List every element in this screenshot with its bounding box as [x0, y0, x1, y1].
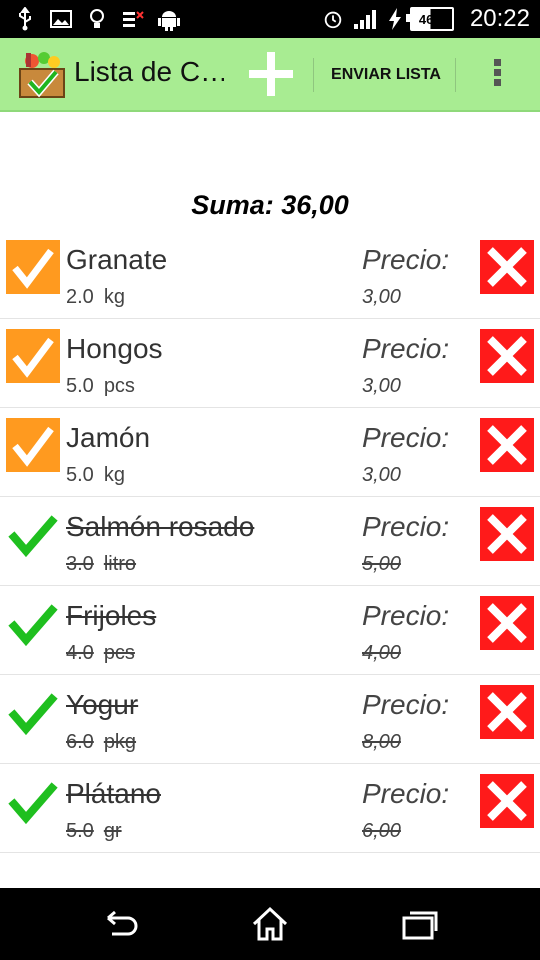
item-price: 6,00: [362, 820, 401, 842]
shopping-list: Granate 2.0 kg Precio: 3,00 Hongos 5.0 pcs Preci…: [0, 230, 540, 853]
status-left-icons: [14, 6, 180, 32]
list-item[interactable]: Salmón rosado 3.0 litro Precio: 5,00: [0, 497, 540, 586]
checkbox-icon[interactable]: [6, 329, 60, 383]
item-price: 4,00: [362, 642, 401, 664]
item-quantity: 4.0 pcs: [66, 642, 135, 665]
item-name: Jamón: [66, 422, 151, 453]
item-qty-value: 5.0: [66, 375, 94, 397]
price-label: Precio:: [362, 333, 450, 364]
battery-icon: 46%: [405, 7, 454, 31]
item-quantity: 5.0 kg: [66, 464, 125, 487]
delete-item-button[interactable]: [480, 418, 534, 472]
signal-off-icon: [122, 8, 144, 30]
close-icon: [487, 336, 527, 376]
lightbulb-icon: [86, 8, 108, 30]
price-label: Precio:: [362, 422, 450, 453]
close-icon: [487, 247, 527, 287]
item-unit: pcs: [103, 642, 135, 664]
item-name: Salmón rosado: [66, 511, 255, 542]
app-title: Lista de C…: [74, 56, 224, 87]
status-right-icons: 46% 20:22: [322, 4, 530, 34]
add-item-button[interactable]: [244, 49, 298, 99]
item-unit: gr: [103, 820, 122, 842]
status-bar: 46% 20:22: [0, 0, 540, 38]
item-quantity: 5.0 pcs: [66, 375, 135, 398]
item-name: Yogur: [66, 689, 139, 720]
list-item[interactable]: Frijoles 4.0 pcs Precio: 4,00: [0, 586, 540, 675]
total-sum: Suma: 36,00: [191, 190, 349, 220]
overflow-menu-icon[interactable]: [484, 56, 510, 94]
item-quantity: 6.0 pkg: [66, 731, 136, 754]
list-item[interactable]: Yogur 6.0 pkg Precio: 8,00: [0, 675, 540, 764]
list-item[interactable]: Plátano 5.0 gr Precio: 6,00: [0, 764, 540, 853]
status-time: 20:22: [469, 5, 530, 32]
item-unit: kg: [103, 464, 125, 486]
price-label: Precio:: [362, 689, 450, 720]
done-check-icon[interactable]: [6, 685, 60, 739]
plus-icon: [249, 52, 293, 96]
item-qty-value: 3.0: [66, 553, 94, 575]
item-name: Plátano: [66, 778, 161, 809]
item-price: 3,00: [362, 375, 401, 397]
back-icon[interactable]: [100, 904, 140, 944]
image-icon: [50, 8, 72, 30]
item-quantity: 5.0 gr: [66, 820, 122, 843]
checkbox-icon[interactable]: [6, 240, 60, 294]
item-quantity: 3.0 litro: [66, 553, 136, 576]
item-name: Hongos: [66, 333, 163, 364]
list-item[interactable]: Hongos 5.0 pcs Precio: 3,00: [0, 319, 540, 408]
close-icon: [487, 692, 527, 732]
item-unit: litro: [103, 553, 137, 575]
price-label: Precio:: [362, 778, 450, 809]
item-qty-value: 2.0: [66, 286, 94, 308]
item-qty-value: 5.0: [66, 464, 94, 486]
recent-apps-icon[interactable]: [400, 904, 440, 944]
item-qty-value: 4.0: [66, 642, 94, 664]
item-price: 5,00: [362, 553, 401, 575]
delete-item-button[interactable]: [480, 774, 534, 828]
battery-level: 46%: [418, 11, 445, 27]
item-price: 3,00: [362, 464, 401, 486]
list-item[interactable]: Jamón 5.0 kg Precio: 3,00: [0, 408, 540, 497]
item-price: 8,00: [362, 731, 401, 753]
close-icon: [487, 603, 527, 643]
price-label: Precio:: [362, 600, 450, 631]
close-icon: [487, 514, 527, 554]
home-icon[interactable]: [250, 904, 290, 944]
done-check-icon[interactable]: [6, 596, 60, 650]
item-name: Frijoles: [66, 600, 157, 631]
price-label: Precio:: [362, 511, 450, 542]
send-list-button[interactable]: ENVIAR LISTA: [318, 60, 454, 90]
delete-item-button[interactable]: [480, 507, 534, 561]
close-icon: [487, 781, 527, 821]
action-divider: [455, 58, 456, 92]
price-label: Precio:: [362, 244, 450, 275]
item-unit: pkg: [103, 731, 137, 753]
done-check-icon[interactable]: [6, 774, 60, 828]
item-price: 3,00: [362, 286, 401, 308]
item-qty-value: 6.0: [66, 731, 94, 753]
delete-item-button[interactable]: [480, 240, 534, 294]
close-icon: [487, 425, 527, 465]
android-icon: [158, 8, 180, 31]
item-name: Granate: [66, 244, 168, 275]
list-item[interactable]: Granate 2.0 kg Precio: 3,00: [0, 230, 540, 319]
done-check-icon[interactable]: [6, 507, 60, 561]
alarm-icon: [322, 8, 344, 30]
item-quantity: 2.0 kg: [66, 286, 125, 309]
charging-icon: [388, 8, 402, 30]
checkbox-icon[interactable]: [6, 418, 60, 472]
action-bar: Lista de C… ENVIAR LISTA: [0, 38, 540, 112]
item-unit: pcs: [103, 375, 135, 397]
app-logo-icon[interactable]: [18, 49, 66, 99]
signal-bars-icon: [352, 8, 380, 30]
navigation-bar: [0, 888, 540, 960]
action-divider: [313, 58, 314, 92]
usb-icon: [14, 7, 36, 31]
delete-item-button[interactable]: [480, 329, 534, 383]
delete-item-button[interactable]: [480, 685, 534, 739]
item-unit: kg: [103, 286, 125, 308]
delete-item-button[interactable]: [480, 596, 534, 650]
item-qty-value: 5.0: [66, 820, 94, 842]
